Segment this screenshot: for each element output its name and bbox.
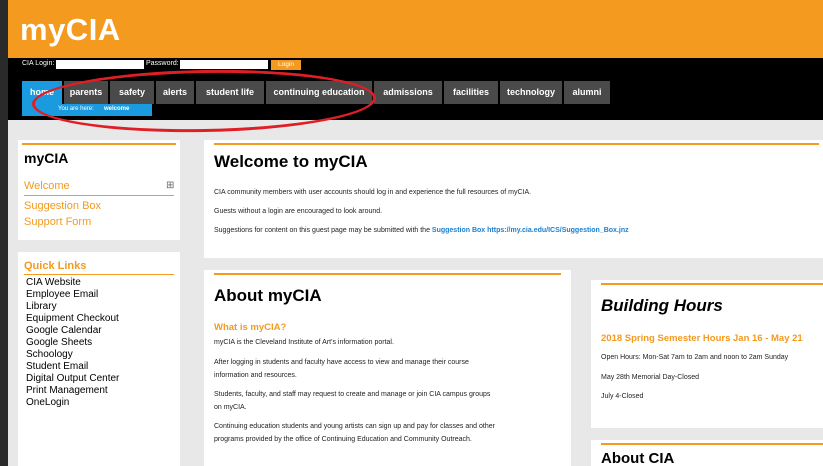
quick-link[interactable]: OneLogin (26, 397, 69, 408)
quick-link[interactable]: Schoology (26, 349, 73, 360)
welcome-panel: Welcome to myCIA CIA community members w… (204, 140, 823, 258)
site-header: myCIA (8, 0, 823, 58)
about-paragraph: After logging in students and faculty ha… (214, 359, 469, 366)
quick-link[interactable]: Equipment Checkout (26, 313, 119, 324)
sidebar-item-welcome[interactable]: Welcome (24, 180, 70, 192)
welcome-title: Welcome to myCIA (214, 152, 368, 171)
sidebar-item-suggestion-box[interactable]: Suggestion Box (24, 200, 101, 212)
quick-link[interactable]: CIA Website (26, 277, 81, 288)
quick-links-title: Quick Links (24, 260, 87, 272)
login-label: CIA Login: (22, 60, 55, 67)
about-paragraph: Continuing education students and young … (214, 423, 495, 430)
suggestion-box-link[interactable]: Suggestion Box https://my.cia.edu/ICS/Su… (432, 227, 629, 234)
about-paragraph: myCIA is the Cleveland Institute of Art'… (214, 339, 394, 346)
mycia-logo[interactable]: myCIA (20, 12, 121, 48)
quick-link[interactable]: Student Email (26, 361, 88, 372)
welcome-paragraph: CIA community members with user accounts… (214, 189, 532, 196)
about-paragraph: Students, faculty, and staff may request… (214, 391, 491, 398)
tab-alumni[interactable]: alumni (564, 81, 610, 104)
welcome-suggestion-text: Suggestions for content on this guest pa… (214, 227, 430, 234)
hours-subtitle: 2018 Spring Semester Hours Jan 16 - May … (601, 333, 803, 344)
sidebar-mycia-panel: myCIA Welcome ⊞ Suggestion Box Support F… (18, 140, 180, 240)
hours-line: Open Hours: Mon-Sat 7am to 2am and noon … (601, 354, 789, 361)
about-mycia-panel: About myCIA What is myCIA? myCIA is the … (204, 270, 571, 466)
quick-link[interactable]: Digital Output Center (26, 373, 119, 384)
password-input[interactable] (180, 60, 268, 69)
sidebar-title: myCIA (24, 150, 69, 166)
about-paragraph: programs provided by the office of Conti… (214, 436, 472, 443)
quick-links-panel: Quick Links CIA Website Employee Email L… (18, 252, 180, 466)
expand-icon[interactable]: ⊞ (166, 180, 174, 191)
login-button[interactable]: Login (271, 60, 301, 70)
about-mycia-title: About myCIA (214, 286, 322, 305)
about-cia-title: About CIA (601, 450, 675, 466)
quick-link[interactable]: Google Sheets (26, 337, 92, 348)
panel-top-line (601, 283, 823, 285)
about-paragraph: on myCIA. (214, 404, 247, 411)
login-bar: CIA Login: Password: Login (8, 58, 823, 72)
about-cia-panel: About CIA (591, 440, 823, 466)
welcome-paragraph: Suggestions for content on this guest pa… (214, 226, 629, 236)
building-hours-panel: Building Hours 2018 Spring Semester Hour… (591, 280, 823, 428)
building-hours-title: Building Hours (601, 296, 723, 315)
sidebar-divider (24, 195, 174, 196)
quick-links-divider (24, 274, 174, 275)
quick-link[interactable]: Print Management (26, 385, 108, 396)
about-paragraph: information and resources. (214, 372, 297, 379)
quick-link[interactable]: Employee Email (26, 289, 98, 300)
tab-admissions[interactable]: admissions (374, 81, 442, 104)
quick-link[interactable]: Library (26, 301, 57, 312)
about-subtitle: What is myCIA? (214, 322, 287, 333)
welcome-paragraph: Guests without a login are encouraged to… (214, 208, 383, 215)
panel-top-line (601, 443, 823, 445)
quick-link[interactable]: Google Calendar (26, 325, 102, 336)
login-input[interactable] (56, 60, 144, 69)
tab-facilities[interactable]: facilities (444, 81, 498, 104)
hours-line: July 4-Closed (601, 393, 644, 400)
panel-top-line (214, 143, 819, 145)
browser-frame: myCIA CIA Login: Password: Login home pa… (8, 0, 823, 466)
panel-top-line (22, 143, 176, 145)
tab-technology[interactable]: technology (500, 81, 562, 104)
panel-top-line (214, 273, 561, 275)
hours-line: May 28th Memorial Day-Closed (601, 374, 700, 381)
sidebar-item-support-form[interactable]: Support Form (24, 216, 91, 228)
password-label: Password: (146, 60, 179, 67)
